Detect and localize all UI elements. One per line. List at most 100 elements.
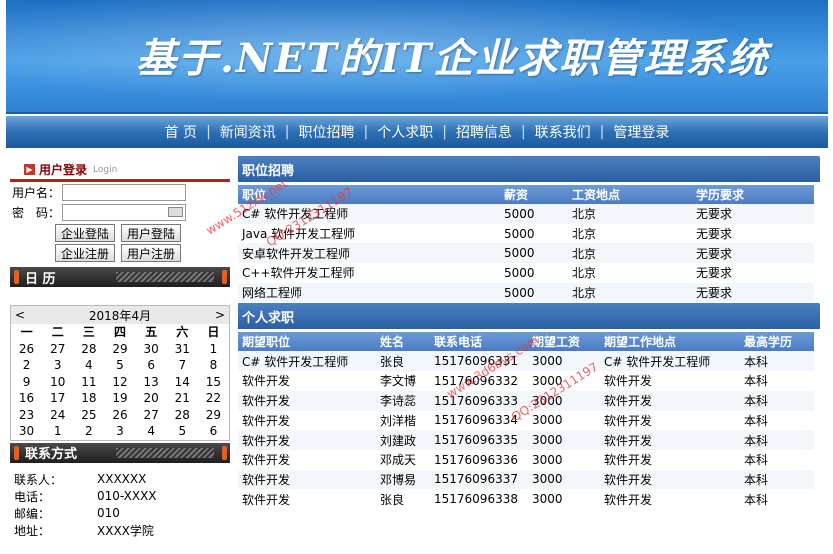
weekday-label: 三 [82, 325, 95, 339]
seeker-row[interactable]: C# 软件开发工程师 张良 15176096331 3000 C# 软件开发工程师 本科 [238, 351, 814, 372]
nav-item-admin-login[interactable]: 管理登录 [609, 122, 673, 142]
company-login-button[interactable]: 企业登陆 [55, 224, 115, 242]
job-row[interactable]: Java 软件开发工程师 5000 北京 无要求 [238, 224, 814, 244]
calendar-day[interactable]: 24 [42, 407, 73, 424]
calendar-day[interactable]: 31 [167, 341, 198, 358]
calendar-day[interactable]: 3 [104, 423, 135, 440]
calendar-day[interactable]: 28 [167, 407, 198, 424]
bar-pill-icon [14, 445, 19, 460]
table-cell: 张良 [380, 492, 405, 507]
bar-stripes [116, 272, 214, 282]
nav-item-jobs[interactable]: 职位招聘 [295, 122, 359, 142]
table-cell: 5000 [500, 282, 568, 303]
table-cell: 软件开发 [604, 492, 653, 507]
jobs-col-header: 职位 [238, 185, 500, 204]
weekday-label: 二 [51, 325, 64, 339]
nav-item-contact[interactable]: 联系我们 [531, 122, 595, 142]
calendar-day[interactable]: 27 [136, 407, 167, 424]
calendar-day[interactable]: 30 [136, 341, 167, 358]
seeker-row[interactable]: 软件开发 刘建政 15176096335 3000 软件开发 本科 [238, 430, 814, 450]
seekers-col-header: 最高学历 [740, 332, 814, 352]
contact-key: 邮编： [14, 506, 51, 521]
table-cell: 本科 [744, 492, 769, 507]
calendar-day[interactable]: 28 [73, 341, 104, 358]
keyboard-icon[interactable] [168, 207, 183, 217]
nav-separator: | [442, 124, 447, 140]
calendar-day[interactable]: 4 [136, 423, 167, 440]
table-cell: 无要求 [692, 204, 814, 224]
table-cell: 软件开发 [238, 430, 376, 450]
table-cell: 邓博易 [376, 469, 430, 490]
calendar-day[interactable]: 10 [42, 374, 73, 391]
nav-item-recruit-info[interactable]: 招聘信息 [452, 122, 516, 142]
calendar-day[interactable]: 4 [73, 357, 104, 374]
job-row[interactable]: 网络工程师 5000 北京 无要求 [238, 282, 814, 303]
calendar-day[interactable]: 3 [42, 357, 73, 374]
calendar-day[interactable]: 11 [73, 374, 104, 391]
nav-item-home[interactable]: 首 页 [161, 122, 201, 142]
calendar-day[interactable]: 27 [42, 341, 73, 358]
nav-item-seekers[interactable]: 个人求职 [373, 122, 437, 142]
calendar-day[interactable]: 21 [167, 390, 198, 407]
calendar-day[interactable]: 29 [104, 341, 135, 358]
seekers-col-header: 期望工作地点 [600, 332, 740, 352]
calendar-day[interactable]: 12 [104, 374, 135, 391]
table-cell: 刘建政 [376, 430, 430, 450]
seeker-row[interactable]: 软件开发 邓博易 15176096337 3000 软件开发 本科 [238, 469, 814, 490]
company-register-button[interactable]: 企业注册 [55, 244, 115, 262]
table-cell: 软件开发 [242, 413, 291, 428]
username-row: 用户名： [10, 183, 230, 202]
calendar-day[interactable]: 14 [167, 374, 198, 391]
calendar-day[interactable]: 26 [104, 407, 135, 424]
password-row: 密 码： [10, 203, 230, 222]
job-row[interactable]: C# 软件开发工程师 5000 北京 无要求 [238, 204, 814, 224]
user-register-button[interactable]: 用户注册 [121, 244, 181, 262]
next-month-button[interactable]: > [215, 308, 225, 322]
seeker-row[interactable]: 软件开发 李文博 15176096332 3000 软件开发 本科 [238, 371, 814, 391]
seeker-row[interactable]: 软件开发 李诗蕊 15176096333 3000 软件开发 本科 [238, 390, 814, 411]
table-cell: 15176096334 [434, 413, 518, 428]
seeker-row[interactable]: 软件开发 邓成天 15176096336 3000 软件开发 本科 [238, 450, 814, 470]
calendar-day[interactable]: 5 [167, 423, 198, 440]
table-cell: 李诗蕊 [376, 390, 430, 411]
job-row[interactable]: 安卓软件开发工程师 5000 北京 无要求 [238, 243, 814, 264]
calendar-day[interactable]: 5 [104, 357, 135, 374]
seeker-row[interactable]: 软件开发 张良 15176096338 3000 软件开发 本科 [238, 489, 814, 509]
calendar-day[interactable]: 26 [11, 341, 42, 358]
username-input[interactable] [62, 184, 186, 201]
calendar-day[interactable]: 20 [136, 390, 167, 407]
calendar-day[interactable]: 7 [167, 357, 198, 374]
calendar-day[interactable]: 29 [198, 407, 229, 424]
calendar-day[interactable]: 16 [11, 390, 42, 407]
table-cell: 5000 [500, 204, 568, 224]
calendar-day[interactable]: 6 [136, 357, 167, 374]
seekers-col-header: 期望工资 [528, 332, 600, 352]
prev-month-button[interactable]: < [15, 308, 25, 322]
calendar-day[interactable]: 18 [73, 390, 104, 407]
nav-item-news[interactable]: 新闻资讯 [216, 122, 280, 142]
seeker-row[interactable]: 软件开发 刘洋楷 15176096334 3000 软件开发 本科 [238, 411, 814, 431]
table-cell: 刘洋楷 [380, 413, 417, 428]
calendar-day[interactable]: 17 [42, 390, 73, 407]
calendar-day[interactable]: 15 [198, 374, 229, 391]
calendar-day[interactable]: 8 [198, 357, 229, 374]
table-cell: 本科 [744, 453, 769, 468]
calendar-day[interactable]: 13 [136, 374, 167, 391]
calendar-day[interactable]: 22 [198, 390, 229, 407]
calendar-day[interactable]: 2 [73, 423, 104, 440]
table-cell: 本科 [744, 374, 769, 389]
calendar-day[interactable]: 30 [11, 423, 42, 440]
calendar-day[interactable]: 9 [11, 374, 42, 391]
calendar-day[interactable]: 1 [42, 423, 73, 440]
calendar-day[interactable]: 2 [11, 357, 42, 374]
user-login-button[interactable]: 用户登陆 [121, 224, 181, 242]
calendar-day[interactable]: 1 [198, 341, 229, 358]
calendar-month: 2018年4月 [88, 308, 152, 323]
calendar: < 2018年4月 > 一二三四五六日 26 27 28 29 30 31 1 2 3 4 5 6 7 8 9… [10, 305, 230, 441]
calendar-day[interactable]: 23 [11, 407, 42, 424]
calendar-day[interactable]: 25 [73, 407, 104, 424]
job-row[interactable]: C++软件开发工程师 5000 北京 无要求 [238, 263, 814, 283]
table-cell: 15176096338 [434, 492, 518, 507]
calendar-day[interactable]: 19 [104, 390, 135, 407]
calendar-day[interactable]: 6 [198, 423, 229, 440]
